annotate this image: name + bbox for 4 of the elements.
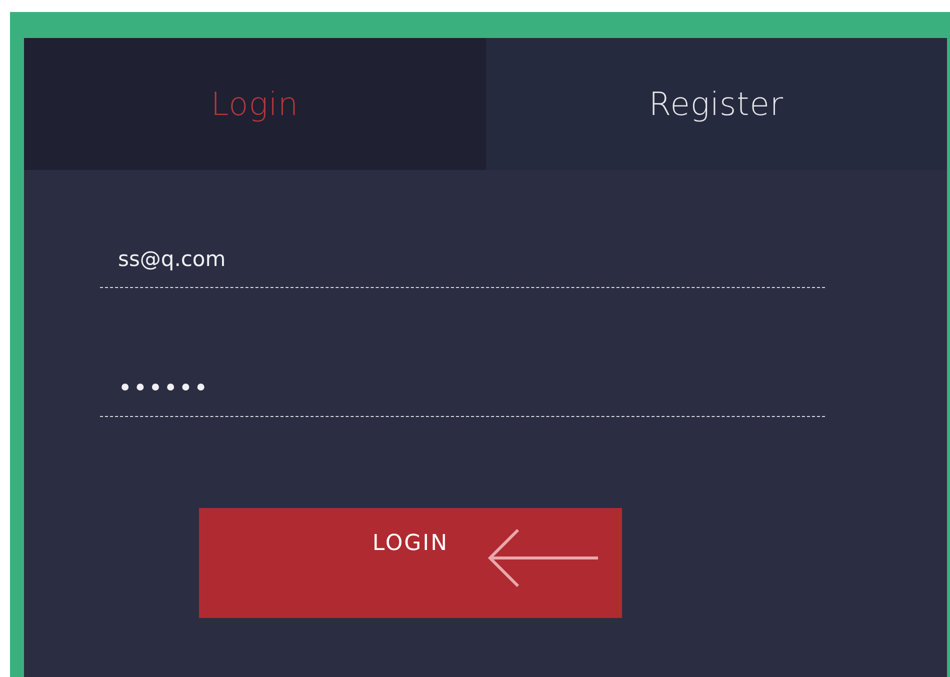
password-field[interactable]: •••••• xyxy=(100,365,825,417)
login-button[interactable]: LOGIN xyxy=(199,508,622,618)
email-field[interactable]: ss@q.com xyxy=(100,236,825,288)
tab[interactable]: Register xyxy=(486,38,947,170)
